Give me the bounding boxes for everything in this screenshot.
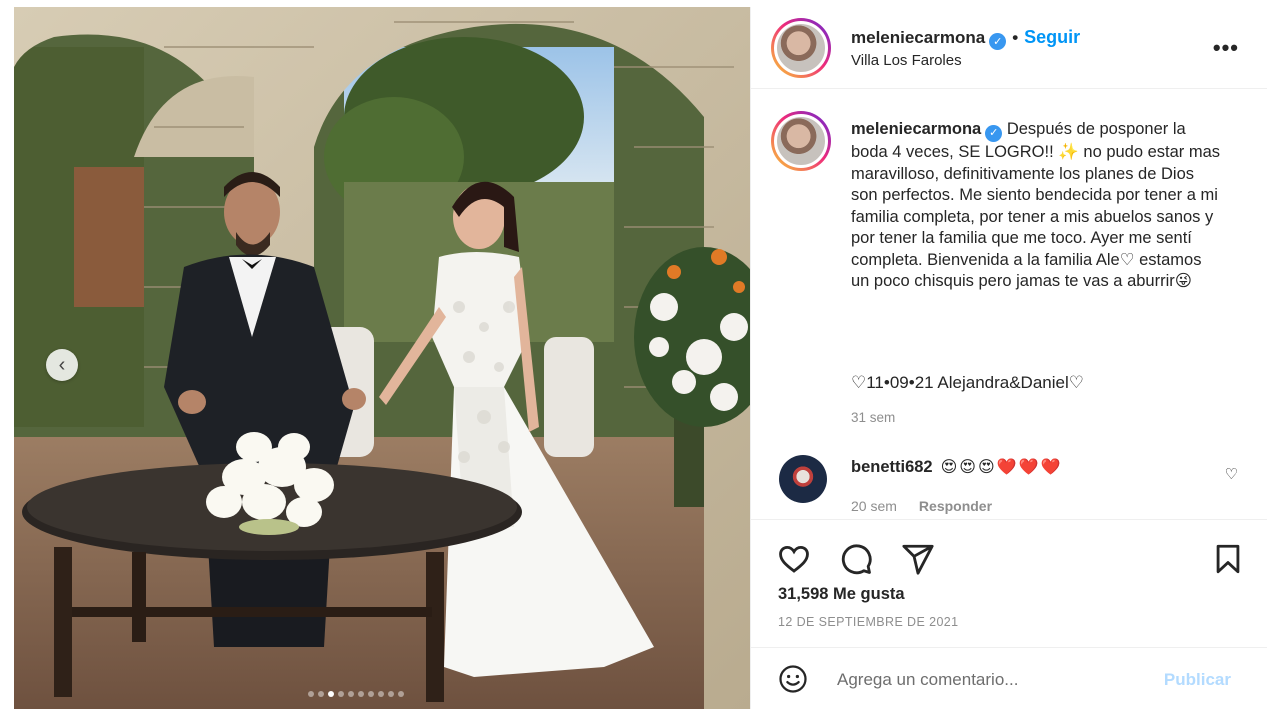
comment-text: 😍😍😍❤️❤️❤️ bbox=[940, 459, 1063, 476]
comment: benetti682 😍😍😍❤️❤️❤️ bbox=[851, 457, 1062, 477]
post-date[interactable]: 12 DE SEPTIEMBRE DE 2021 bbox=[778, 615, 959, 629]
post-location[interactable]: Villa Los Faroles bbox=[851, 52, 962, 69]
comment-input[interactable] bbox=[837, 666, 1157, 694]
paper-plane-icon[interactable] bbox=[901, 542, 935, 576]
smiley-icon[interactable] bbox=[778, 664, 808, 694]
caption-author-avatar[interactable] bbox=[771, 111, 831, 171]
comment-composer: Publicar bbox=[751, 647, 1267, 709]
post-sidebar: meleniecarmona ✓ • Seguir Villa Los Faroles… bbox=[750, 7, 1267, 709]
verified-badge-icon: ✓ bbox=[985, 125, 1003, 143]
post-caption: meleniecarmona ✓ Después de posponer la b… bbox=[851, 119, 1221, 293]
commenter-avatar[interactable] bbox=[779, 455, 827, 503]
carousel-dot bbox=[348, 691, 354, 697]
caption-dateline: ♡11•09•21 Alejandra&Daniel♡ bbox=[851, 373, 1084, 392]
comment-age[interactable]: 20 sem bbox=[851, 498, 897, 514]
follow-button[interactable]: Seguir bbox=[1024, 27, 1080, 47]
commenter-username[interactable]: benetti682 bbox=[851, 458, 933, 476]
carousel-dot bbox=[338, 691, 344, 697]
carousel-dot bbox=[318, 691, 324, 697]
bookmark-icon[interactable] bbox=[1211, 542, 1245, 576]
like-count[interactable]: 31,598 Me gusta bbox=[778, 585, 905, 604]
carousel-dot bbox=[308, 691, 314, 697]
caption-username[interactable]: meleniecarmona bbox=[851, 120, 981, 138]
wedding-photo-illustration bbox=[14, 7, 750, 709]
post-header: meleniecarmona ✓ • Seguir Villa Los Faroles… bbox=[751, 7, 1267, 89]
caption-age[interactable]: 31 sem bbox=[851, 410, 895, 425]
comment-meta: 20 sem Responder bbox=[851, 498, 992, 514]
carousel-dot bbox=[368, 691, 374, 697]
verified-badge-icon: ✓ bbox=[989, 33, 1007, 50]
carousel-dot bbox=[358, 691, 364, 697]
caption-text: Después de posponer la boda 4 veces, SE … bbox=[851, 120, 1225, 291]
heart-icon[interactable] bbox=[777, 542, 811, 576]
more-options-icon[interactable]: ••• bbox=[1213, 35, 1239, 61]
comment-like-heart-icon[interactable]: ♡ bbox=[1225, 465, 1238, 483]
author-avatar[interactable] bbox=[771, 18, 831, 78]
carousel-prev-button[interactable]: ‹ bbox=[46, 349, 78, 381]
carousel-dot bbox=[398, 691, 404, 697]
post-photo[interactable]: ‹ bbox=[14, 7, 750, 709]
publish-button[interactable]: Publicar bbox=[1164, 670, 1231, 690]
carousel-dot bbox=[378, 691, 384, 697]
comment-bubble-icon[interactable] bbox=[839, 542, 873, 576]
carousel-indicator bbox=[308, 691, 404, 697]
reply-button[interactable]: Responder bbox=[919, 498, 992, 514]
carousel-dot bbox=[388, 691, 394, 697]
carousel-dot bbox=[328, 691, 334, 697]
caption-section: meleniecarmona ✓ Después de posponer la b… bbox=[751, 89, 1267, 519]
author-line: meleniecarmona ✓ • Seguir bbox=[851, 27, 1080, 50]
separator-dot: • bbox=[1012, 28, 1019, 47]
chevron-left-icon: ‹ bbox=[58, 353, 66, 376]
author-username[interactable]: meleniecarmona bbox=[851, 28, 985, 47]
